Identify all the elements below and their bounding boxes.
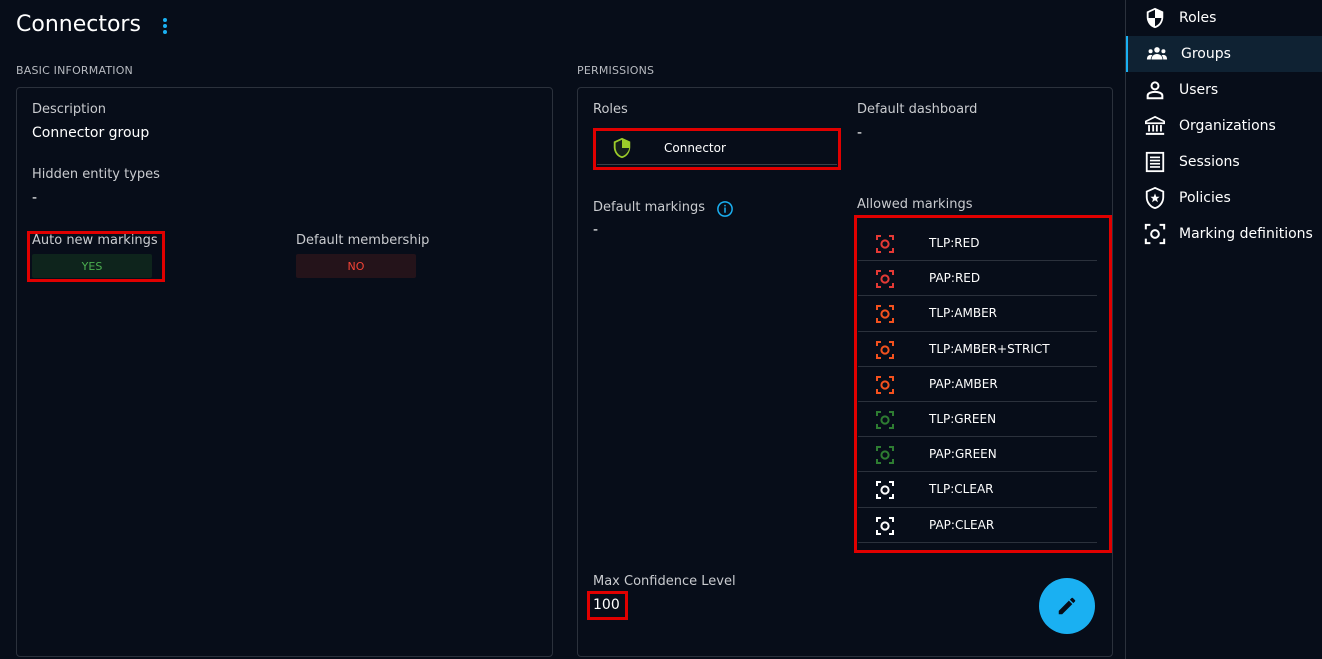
sidebar-item-label: Policies bbox=[1179, 190, 1231, 206]
marking-name: TLP:RED bbox=[929, 236, 980, 251]
default-membership-badge: NO bbox=[296, 254, 416, 278]
marking-row: TLP:CLEAR bbox=[858, 472, 1097, 508]
marking-name: PAP:GREEN bbox=[929, 447, 997, 462]
page-title: Connectors bbox=[16, 12, 141, 37]
shield-icon bbox=[613, 137, 631, 159]
marking-name: PAP:CLEAR bbox=[929, 517, 995, 532]
group-icon bbox=[1146, 47, 1168, 60]
marking-name: PAP:RED bbox=[929, 271, 981, 286]
marking-icon bbox=[876, 446, 894, 465]
marking-name: TLP:CLEAR bbox=[929, 482, 994, 497]
sidebar-item-groups[interactable]: Groups bbox=[1126, 36, 1322, 72]
max-confidence-value: 100 bbox=[593, 597, 620, 613]
basic-information-heading: BASIC INFORMATION bbox=[16, 64, 133, 77]
default-dashboard-label: Default dashboard bbox=[857, 102, 978, 117]
bank-icon bbox=[1145, 115, 1165, 135]
sidebar-item-label: Roles bbox=[1179, 10, 1217, 26]
marking-icon bbox=[876, 305, 894, 324]
description-value: Connector group bbox=[32, 125, 150, 141]
sidebar-item-roles[interactable]: Roles bbox=[1126, 0, 1322, 36]
allowed-markings-label: Allowed markings bbox=[857, 197, 973, 212]
edit-button[interactable] bbox=[1039, 578, 1095, 634]
allowed-markings-list: TLP:RED PAP:RED TLP:AMBER TLP:AMBER+STRICT P… bbox=[858, 226, 1097, 543]
marking-row: PAP:GREEN bbox=[858, 437, 1097, 473]
max-confidence-label: Max Confidence Level bbox=[593, 574, 736, 589]
shield-icon bbox=[1146, 7, 1164, 29]
sidebar-item-label: Marking definitions bbox=[1179, 226, 1313, 242]
marking-name: TLP:GREEN bbox=[929, 412, 997, 427]
sidebar-item-organizations[interactable]: Organizations bbox=[1126, 108, 1322, 144]
default-membership-label: Default membership bbox=[296, 233, 430, 248]
more-options-icon[interactable] bbox=[160, 18, 170, 38]
hidden-entity-types-value: - bbox=[32, 190, 38, 206]
marking-row: PAP:RED bbox=[858, 261, 1097, 297]
marking-icon bbox=[876, 481, 894, 500]
roles-label: Roles bbox=[593, 102, 628, 117]
marking-row: TLP:AMBER+STRICT bbox=[858, 332, 1097, 367]
default-markings-label: Default markings bbox=[593, 200, 706, 215]
marking-row: PAP:CLEAR bbox=[858, 508, 1097, 543]
info-icon[interactable] bbox=[716, 200, 734, 218]
sidebar-item-sessions[interactable]: Sessions bbox=[1126, 144, 1322, 180]
default-markings-value: - bbox=[593, 222, 599, 238]
marking-name: TLP:AMBER+STRICT bbox=[929, 341, 1050, 356]
sidebar-item-label: Groups bbox=[1181, 46, 1231, 62]
marking-row: PAP:AMBER bbox=[858, 367, 1097, 402]
marking-icon bbox=[876, 270, 894, 289]
user-icon bbox=[1146, 81, 1164, 100]
sidebar-item-policies[interactable]: Policies bbox=[1126, 180, 1322, 216]
hidden-entity-types-label: Hidden entity types bbox=[32, 167, 160, 182]
description-label: Description bbox=[32, 102, 107, 117]
sidebar-item-label: Organizations bbox=[1179, 118, 1276, 134]
sidebar-item-marking-definitions[interactable]: Marking definitions bbox=[1126, 216, 1322, 252]
role-item[interactable]: Connector bbox=[597, 131, 837, 165]
sidebar-item-label: Users bbox=[1179, 82, 1219, 98]
marking-icon bbox=[876, 410, 894, 429]
marking-icon bbox=[876, 340, 894, 359]
sidebar-item-label: Sessions bbox=[1179, 154, 1240, 170]
marking-row: TLP:RED bbox=[858, 226, 1097, 262]
sidebar-item-users[interactable]: Users bbox=[1126, 72, 1322, 108]
marking-row: TLP:GREEN bbox=[858, 402, 1097, 438]
marking-icon bbox=[876, 235, 894, 253]
marking-name: TLP:AMBER bbox=[929, 306, 998, 321]
settings-sidebar: Roles Groups Users Organizations Sessions Pol… bbox=[1125, 0, 1322, 659]
shield-star-icon bbox=[1145, 187, 1165, 209]
auto-new-markings-label: Auto new markings bbox=[32, 233, 158, 248]
marking-name: PAP:AMBER bbox=[929, 376, 998, 391]
marking-icon bbox=[876, 516, 894, 535]
default-dashboard-value: - bbox=[857, 125, 863, 141]
permissions-heading: PERMISSIONS bbox=[577, 64, 655, 77]
auto-new-markings-badge: YES bbox=[32, 254, 152, 278]
list-icon bbox=[1145, 151, 1165, 173]
role-name: Connector bbox=[664, 140, 726, 155]
marking-row: TLP:AMBER bbox=[858, 296, 1097, 332]
pencil-icon bbox=[1058, 597, 1076, 615]
marking-icon bbox=[1144, 223, 1166, 245]
marking-icon bbox=[876, 375, 894, 394]
